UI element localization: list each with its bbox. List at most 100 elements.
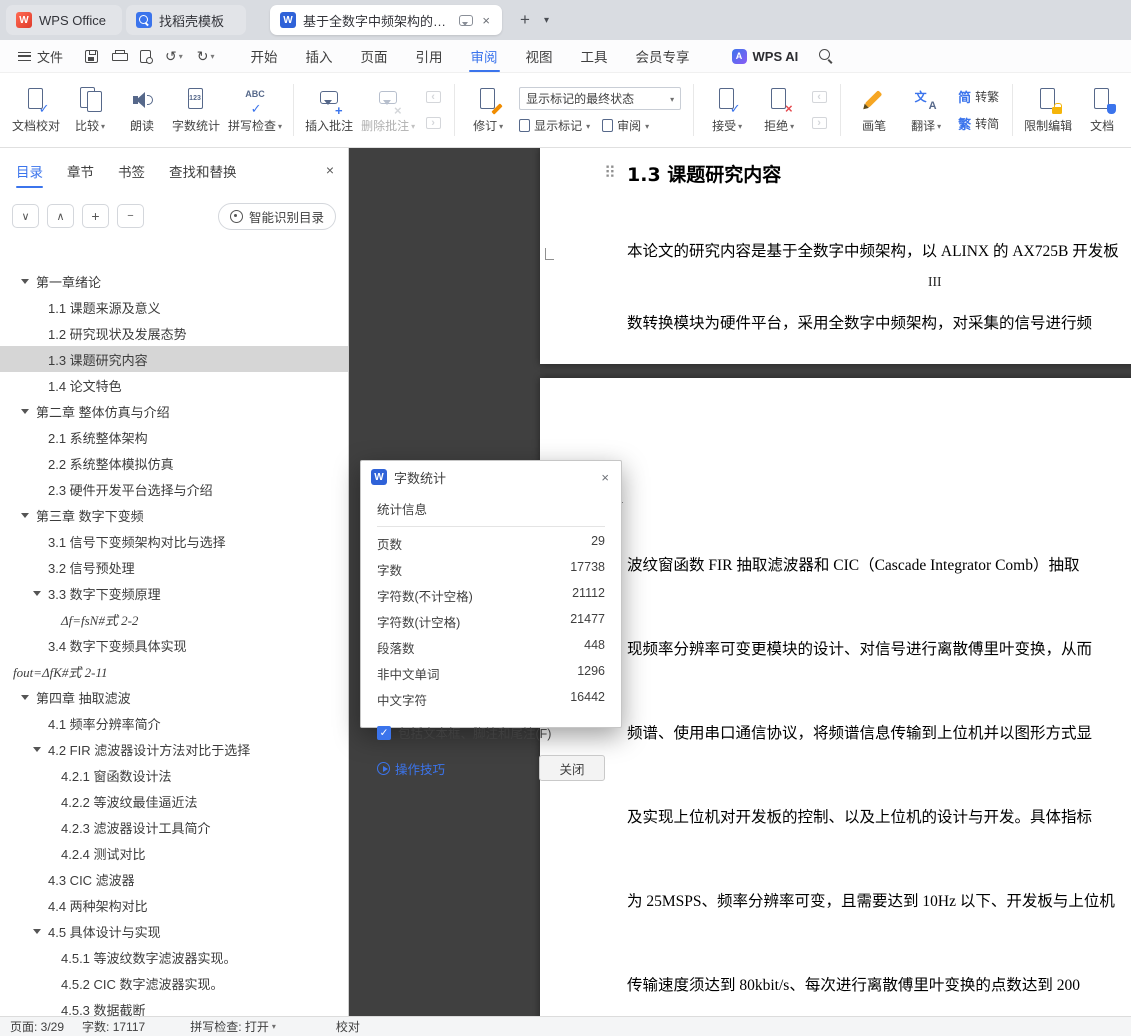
toc-item-formula[interactable]: Δf=fsN#式 2-2 bbox=[0, 606, 348, 632]
page-indicator[interactable]: 页面: 3/29 bbox=[10, 1018, 64, 1035]
toc-item[interactable]: 4.4 两种架构对比 bbox=[0, 892, 348, 918]
proofread-button[interactable]: 校对 bbox=[336, 1018, 360, 1035]
toc-item[interactable]: 第四章 抽取滤波 bbox=[0, 684, 348, 710]
word-count-button[interactable]: 字数统计 bbox=[168, 78, 224, 142]
toc-item[interactable]: 1.4 论文特色 bbox=[0, 372, 348, 398]
toc-item[interactable]: 3.4 数字下变频具体实现 bbox=[0, 632, 348, 658]
dialog-close-icon[interactable] bbox=[599, 469, 611, 486]
simplified-to-traditional-button[interactable]: 简 转繁 bbox=[958, 87, 999, 106]
redo-button[interactable] bbox=[197, 49, 215, 63]
tab-close-icon[interactable] bbox=[480, 12, 492, 29]
redo-caret-icon[interactable] bbox=[211, 52, 215, 61]
traditional-to-simplified-button[interactable]: 繁 转简 bbox=[958, 114, 999, 133]
new-tab-button[interactable] bbox=[514, 8, 536, 32]
sidebar-tab-chapter[interactable]: 章节 bbox=[67, 148, 94, 194]
doc-proof-button[interactable]: 文档校对 bbox=[8, 78, 64, 142]
sidebar-tab-find-replace[interactable]: 查找和替换 bbox=[169, 148, 237, 194]
compare-button[interactable]: 比较 bbox=[64, 78, 116, 142]
menu-item-review[interactable]: 审阅 bbox=[457, 40, 512, 72]
brush-button[interactable]: 画笔 bbox=[848, 78, 900, 142]
menu-item-membership[interactable]: 会员专享 bbox=[622, 40, 704, 72]
toc-item[interactable]: 4.2.2 等波纹最佳逼近法 bbox=[0, 788, 348, 814]
expand-arrow-icon[interactable] bbox=[21, 694, 29, 700]
menu-item-insert[interactable]: 插入 bbox=[292, 40, 347, 72]
expand-arrow-icon[interactable] bbox=[33, 590, 41, 596]
review-pane-button[interactable]: 审阅 bbox=[602, 117, 649, 134]
doc-permission-button[interactable]: 文档 bbox=[1076, 78, 1128, 142]
toc-item[interactable]: 4.5.3 数据截断 bbox=[0, 996, 348, 1017]
tab-list-caret-icon[interactable] bbox=[544, 15, 549, 26]
toc-item[interactable]: 1.2 研究现状及发展态势 bbox=[0, 320, 348, 346]
markup-state-select[interactable]: 显示标记的最终状态 bbox=[519, 86, 682, 110]
toc-item[interactable]: 4.2 FIR 滤波器设计方法对比于选择 bbox=[0, 736, 348, 762]
word-count-indicator[interactable]: 字数: 17117 bbox=[82, 1018, 145, 1035]
menu-item-reference[interactable]: 引用 bbox=[402, 40, 457, 72]
track-changes-button[interactable]: 修订 bbox=[462, 78, 514, 142]
tab-wps-office[interactable]: W WPS Office bbox=[6, 5, 122, 35]
dialog-close-button[interactable]: 关闭 bbox=[539, 755, 605, 781]
document-page-2[interactable]: 波纹窗函数 FIR 抽取滤波器和 CIC（Cascade Integrator … bbox=[540, 378, 1131, 1016]
toc-item[interactable]: 3.3 数字下变频原理 bbox=[0, 580, 348, 606]
delete-comment-button[interactable]: 删除批注 bbox=[357, 78, 419, 142]
tab-docer-templates[interactable]: 找稻壳模板 bbox=[126, 5, 246, 35]
toc-item[interactable]: 2.3 硬件开发平台选择与介绍 bbox=[0, 476, 348, 502]
dialog-title-bar[interactable]: W 字数统计 bbox=[361, 461, 621, 493]
toc-collapse-button[interactable] bbox=[12, 204, 39, 228]
expand-arrow-icon[interactable] bbox=[33, 746, 41, 752]
document-page-1[interactable]: 1.3 课题研究内容 本论文的研究内容是基于全数字中频架构，以 ALINX 的 … bbox=[540, 148, 1131, 364]
toc-item[interactable]: 第三章 数字下变频 bbox=[0, 502, 348, 528]
drag-handle-icon[interactable] bbox=[604, 166, 616, 182]
next-comment-button[interactable] bbox=[422, 114, 444, 132]
expand-arrow-icon[interactable] bbox=[21, 278, 29, 284]
toc-zoom-in-button[interactable] bbox=[82, 204, 109, 228]
smart-recognize-button[interactable]: 智能识别目录 bbox=[217, 202, 336, 230]
search-icon[interactable] bbox=[818, 48, 834, 64]
toc-item[interactable]: 3.1 信号下变频架构对比与选择 bbox=[0, 528, 348, 554]
expand-arrow-icon[interactable] bbox=[21, 408, 29, 414]
tab-active-document[interactable]: W 基于全数字中频架构的低采样... bbox=[270, 5, 502, 35]
toc-item[interactable]: 4.2.3 滤波器设计工具简介 bbox=[0, 814, 348, 840]
menu-item-tools[interactable]: 工具 bbox=[567, 40, 622, 72]
menu-item-start[interactable]: 开始 bbox=[237, 40, 292, 72]
toc-item[interactable]: 4.2.1 窗函数设计法 bbox=[0, 762, 348, 788]
save-button[interactable] bbox=[85, 49, 99, 63]
toc-item[interactable]: 第二章 整体仿真与介绍 bbox=[0, 398, 348, 424]
read-aloud-button[interactable]: 朗读 bbox=[116, 78, 168, 142]
wps-ai-button[interactable]: WPS AI bbox=[731, 48, 798, 64]
undo-button[interactable] bbox=[165, 49, 183, 63]
sidebar-close-icon[interactable] bbox=[326, 162, 334, 178]
previous-change-button[interactable] bbox=[808, 88, 830, 106]
file-menu-button[interactable]: 文件 bbox=[10, 40, 71, 72]
previous-comment-button[interactable] bbox=[422, 88, 444, 106]
accept-button[interactable]: 接受 bbox=[701, 78, 753, 142]
toc-item[interactable]: 3.2 信号预处理 bbox=[0, 554, 348, 580]
expand-arrow-icon[interactable] bbox=[21, 512, 29, 518]
toc-item-formula[interactable]: fout=ΔfK#式 2-11 bbox=[0, 658, 348, 684]
sidebar-tab-bookmark[interactable]: 书签 bbox=[118, 148, 145, 194]
toc-item[interactable]: 2.2 系统整体模拟仿真 bbox=[0, 450, 348, 476]
toc-item[interactable]: 4.5 具体设计与实现 bbox=[0, 918, 348, 944]
restrict-edit-button[interactable]: 限制编辑 bbox=[1020, 78, 1076, 142]
undo-caret-icon[interactable] bbox=[179, 52, 183, 61]
operation-tips-link[interactable]: 操作技巧 bbox=[377, 759, 445, 778]
next-change-button[interactable] bbox=[808, 114, 830, 132]
toc-item[interactable]: 4.2.4 测试对比 bbox=[0, 840, 348, 866]
print-preview-button[interactable] bbox=[140, 49, 154, 64]
toc-item[interactable]: 4.5.2 CIC 数字滤波器实现。 bbox=[0, 970, 348, 996]
toc-item-selected[interactable]: 1.3 课题研究内容 bbox=[0, 346, 348, 372]
toc-expand-button[interactable] bbox=[47, 204, 74, 228]
expand-arrow-icon[interactable] bbox=[33, 928, 41, 934]
spell-check-button[interactable]: 拼写检查 bbox=[224, 78, 286, 142]
toc-item[interactable]: 4.1 频率分辨率简介 bbox=[0, 710, 348, 736]
include-textbox-checkbox[interactable]: 包括文本框、脚注和尾注(F) bbox=[377, 723, 605, 742]
menu-item-page[interactable]: 页面 bbox=[347, 40, 402, 72]
insert-comment-button[interactable]: + 插入批注 bbox=[301, 78, 357, 142]
reject-button[interactable]: 拒绝 bbox=[753, 78, 805, 142]
toc-item[interactable]: 2.1 系统整体架构 bbox=[0, 424, 348, 450]
toc-item[interactable]: 第一章绪论 bbox=[0, 268, 348, 294]
print-button[interactable] bbox=[112, 50, 129, 62]
spell-check-indicator[interactable]: 拼写检查: 打开 bbox=[190, 1018, 276, 1035]
toc-item[interactable]: 1.1 课题来源及意义 bbox=[0, 294, 348, 320]
comment-bubble-icon[interactable] bbox=[459, 14, 474, 26]
toc-item[interactable]: 4.3 CIC 滤波器 bbox=[0, 866, 348, 892]
